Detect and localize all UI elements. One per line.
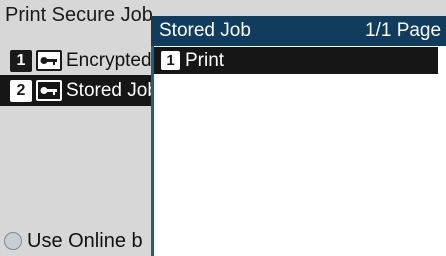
popup-title: Stored Job <box>159 20 251 41</box>
option-label: Use Online b <box>27 229 143 252</box>
key-icon <box>36 50 62 71</box>
radio-button-icon[interactable] <box>4 232 22 250</box>
list-item-label: Stored Job <box>66 79 158 101</box>
item-number-badge: 1 <box>161 51 180 70</box>
item-number-badge: 1 <box>10 49 32 72</box>
popup-item-label: Print <box>185 49 225 71</box>
popup-item-print[interactable]: 1 Print <box>154 47 438 74</box>
popup-header: Stored Job 1/1 Page <box>151 16 446 46</box>
item-number-badge: 2 <box>10 79 32 102</box>
key-icon <box>36 80 62 101</box>
page-indicator: 1/1 Page <box>365 20 442 41</box>
